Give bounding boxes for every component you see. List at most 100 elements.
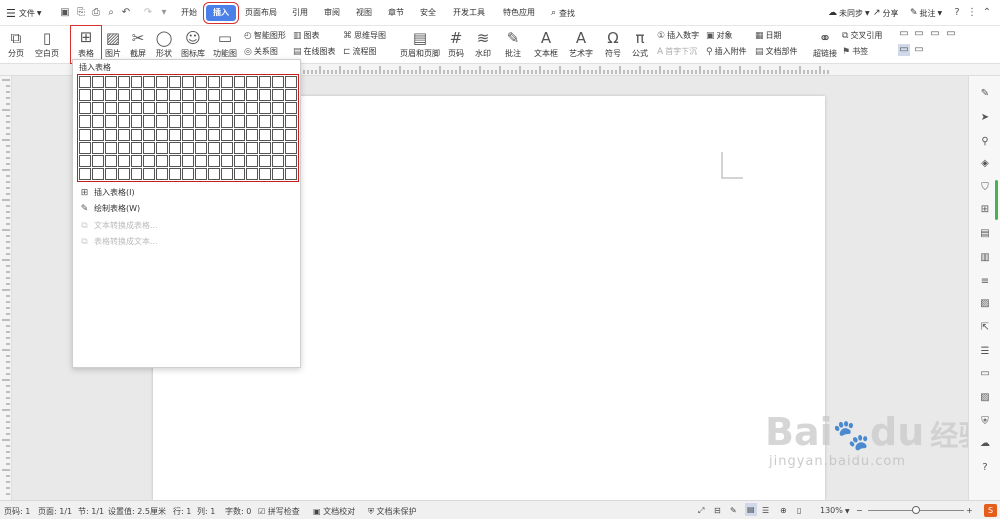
table-grid-cell[interactable] bbox=[143, 89, 156, 102]
cloud-panel-icon[interactable]: ☁ bbox=[979, 438, 991, 450]
flowchart-button[interactable]: ⊏ 流程图 bbox=[343, 45, 377, 58]
zoom-slider-knob[interactable] bbox=[912, 506, 920, 514]
table-grid-cell[interactable] bbox=[169, 141, 182, 154]
hyperlink-button[interactable]: ⚭ 超链接 bbox=[812, 28, 838, 59]
export-pdf-icon[interactable]: ⎘ bbox=[75, 7, 87, 19]
chart-button[interactable]: ▥ 图表 bbox=[293, 29, 320, 42]
table-grid-cell[interactable] bbox=[91, 154, 104, 167]
table-panel-icon[interactable]: ⊞ bbox=[979, 204, 991, 216]
header-footer-button[interactable]: ▤ 页眉和页脚 bbox=[398, 28, 442, 59]
zoom-level[interactable]: 130% bbox=[820, 506, 843, 515]
draw-table-item[interactable]: ✎ 绘制表格(W) bbox=[79, 203, 140, 214]
table-grid-cell[interactable] bbox=[259, 76, 272, 89]
table-grid-cell[interactable] bbox=[220, 102, 233, 115]
table-grid-cell[interactable] bbox=[246, 89, 259, 102]
table-grid-cell[interactable] bbox=[117, 76, 130, 89]
comment-button[interactable]: ✎ 批注 ▼ bbox=[910, 5, 942, 21]
wordart-button[interactable]: A 艺术字 bbox=[566, 28, 596, 59]
table-grid-cell[interactable] bbox=[117, 102, 130, 115]
table-grid-cell[interactable] bbox=[233, 115, 246, 128]
table-grid-cell[interactable] bbox=[117, 141, 130, 154]
collapse-ribbon-icon[interactable]: ⌃ bbox=[981, 7, 993, 19]
location-icon[interactable]: ⚲ bbox=[979, 136, 991, 148]
table-grid-cell[interactable] bbox=[156, 154, 169, 167]
table-grid-cell[interactable] bbox=[233, 89, 246, 102]
settings-sliders-icon[interactable]: ≡ bbox=[979, 276, 991, 288]
layout-icon-5[interactable]: ▭ bbox=[898, 44, 910, 56]
table-grid-cell[interactable] bbox=[207, 167, 220, 180]
table-grid-cell[interactable] bbox=[182, 167, 194, 180]
preview-icon[interactable]: ⌕ bbox=[105, 7, 117, 19]
table-grid-cell[interactable] bbox=[104, 141, 117, 154]
table-grid-cell[interactable] bbox=[169, 102, 182, 115]
table-grid-cell[interactable] bbox=[182, 89, 194, 102]
page-view-icon[interactable]: ▤ bbox=[745, 503, 757, 516]
tab-developer[interactable]: 开发工具 bbox=[449, 5, 489, 21]
fullscreen-icon[interactable]: ⤢ bbox=[698, 506, 704, 516]
table-grid-cell[interactable] bbox=[285, 76, 297, 89]
table-grid-cell[interactable] bbox=[91, 167, 104, 180]
redo-icon[interactable]: ↷ bbox=[142, 7, 154, 19]
table-grid-cell[interactable] bbox=[207, 128, 220, 141]
table-size-grid[interactable] bbox=[77, 74, 299, 182]
layout-icon-4[interactable]: ▭ bbox=[945, 28, 957, 40]
table-grid-cell[interactable] bbox=[104, 115, 117, 128]
more-icon[interactable]: ⋮ bbox=[966, 7, 978, 19]
doc-parts-button[interactable]: ▤ 文档部件 bbox=[755, 45, 798, 58]
table-grid-cell[interactable] bbox=[117, 154, 130, 167]
table-grid-cell[interactable] bbox=[194, 128, 207, 141]
table-grid-cell[interactable] bbox=[207, 154, 220, 167]
table-button[interactable]: ⊞ 表格 bbox=[70, 25, 102, 64]
undo-icon[interactable]: ↶ bbox=[120, 7, 132, 19]
table-grid-cell[interactable] bbox=[233, 128, 246, 141]
image-panel-icon[interactable]: ▨ bbox=[979, 298, 991, 310]
table-grid-cell[interactable] bbox=[117, 115, 130, 128]
table-grid-cell[interactable] bbox=[246, 141, 259, 154]
table-grid-cell[interactable] bbox=[220, 76, 233, 89]
page-number-button[interactable]: # 页码 bbox=[445, 28, 467, 59]
table-grid-cell[interactable] bbox=[130, 141, 143, 154]
table-grid-cell[interactable] bbox=[194, 115, 207, 128]
table-grid-cell[interactable] bbox=[233, 76, 246, 89]
object-button[interactable]: ▣ 对象 bbox=[706, 29, 733, 42]
table-grid-cell[interactable] bbox=[169, 128, 182, 141]
scrollbar-thumb[interactable] bbox=[995, 180, 998, 220]
web-layout-icon[interactable]: ⊟ bbox=[714, 506, 721, 515]
tab-security[interactable]: 安全 bbox=[416, 5, 440, 21]
blank-page-button[interactable]: ▯ 空白页 bbox=[32, 28, 62, 59]
help-icon[interactable]: ? bbox=[951, 7, 963, 19]
table-grid-cell[interactable] bbox=[272, 89, 285, 102]
table-grid-cell[interactable] bbox=[285, 102, 297, 115]
table-grid-cell[interactable] bbox=[182, 76, 194, 89]
shapes-panel-icon[interactable]: ◈ bbox=[979, 158, 991, 170]
attach-button[interactable]: ⚲ 插入附件 bbox=[706, 45, 747, 58]
file-menu[interactable]: ☰ 文件 ▼ bbox=[6, 5, 42, 21]
table-grid-cell[interactable] bbox=[143, 115, 156, 128]
formula-button[interactable]: π 公式 bbox=[628, 28, 652, 59]
table-grid-cell[interactable] bbox=[117, 167, 130, 180]
table-grid-cell[interactable] bbox=[104, 128, 117, 141]
table-grid-cell[interactable] bbox=[79, 128, 91, 141]
table-grid-cell[interactable] bbox=[143, 167, 156, 180]
table-grid-cell[interactable] bbox=[182, 154, 194, 167]
table-grid-cell[interactable] bbox=[156, 128, 169, 141]
symbol-button[interactable]: Ω 符号 bbox=[601, 28, 625, 59]
table-grid-cell[interactable] bbox=[259, 167, 272, 180]
table-grid-cell[interactable] bbox=[156, 167, 169, 180]
table-grid-cell[interactable] bbox=[259, 115, 272, 128]
table-grid-cell[interactable] bbox=[285, 89, 297, 102]
mindmap-button[interactable]: ⌘ 思维导图 bbox=[343, 29, 386, 42]
table-grid-cell[interactable] bbox=[207, 141, 220, 154]
table-grid-cell[interactable] bbox=[156, 115, 169, 128]
table-grid-cell[interactable] bbox=[272, 167, 285, 180]
table-grid-cell[interactable] bbox=[285, 115, 297, 128]
tab-page-layout[interactable]: 页面布局 bbox=[243, 5, 279, 21]
table-grid-cell[interactable] bbox=[104, 89, 117, 102]
table-grid-cell[interactable] bbox=[104, 76, 117, 89]
table-grid-cell[interactable] bbox=[169, 154, 182, 167]
picture-panel-icon[interactable]: ▨ bbox=[979, 392, 991, 404]
table-grid-cell[interactable] bbox=[233, 141, 246, 154]
table-grid-cell[interactable] bbox=[246, 154, 259, 167]
read-view-icon[interactable]: ▯ bbox=[797, 506, 801, 515]
table-grid-cell[interactable] bbox=[246, 102, 259, 115]
